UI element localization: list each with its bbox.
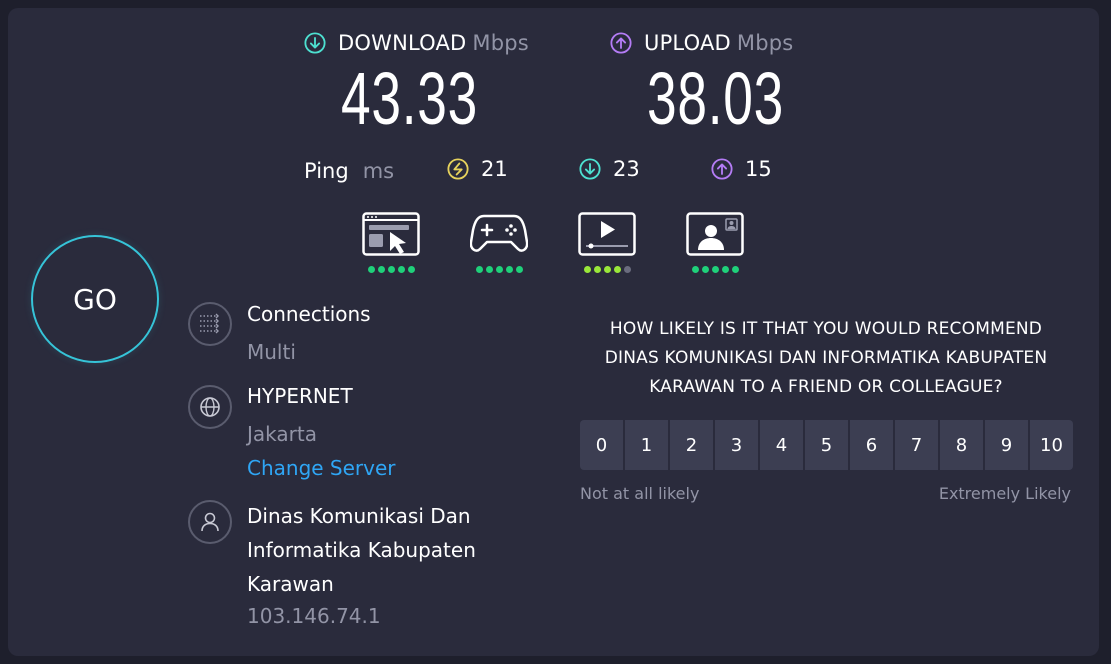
arrow-down-circle-icon: [304, 32, 326, 54]
upload-unit: Mbps: [736, 31, 794, 55]
survey-question-line2: DINAS KOMUNIKASI DAN INFORMATIKA KABUPAT…: [604, 348, 1048, 368]
quality-web-browsing: [362, 212, 420, 273]
score-button-4[interactable]: 4: [760, 420, 803, 470]
video-streaming-icon: [578, 212, 636, 256]
provider-name: Dinas Komunikasi Dan Informatika Kabupat…: [247, 499, 476, 601]
quality-video-streaming: [578, 212, 636, 273]
provider-name-line1: Dinas Komunikasi Dan: [247, 504, 471, 528]
connections-value: Multi: [247, 340, 296, 364]
gaming-icon: [469, 214, 529, 252]
score-button-1[interactable]: 1: [625, 420, 668, 470]
ping-idle: 21: [447, 157, 508, 181]
user-icon: [201, 512, 219, 532]
download-label: DOWNLOAD: [338, 31, 467, 55]
download-header: DOWNLOAD Mbps: [304, 31, 529, 55]
score-button-6[interactable]: 6: [850, 420, 893, 470]
ping-upload: 15: [711, 157, 772, 181]
arrow-up-circle-icon: [610, 32, 632, 54]
jitter-circle-icon: [447, 158, 469, 180]
ping-download: 23: [579, 157, 640, 181]
arrow-up-circle-icon: [711, 158, 733, 180]
score-button-2[interactable]: 2: [670, 420, 713, 470]
video-chat-rating: [686, 266, 744, 273]
survey-question-line1: HOW LIKELY IS IT THAT YOU WOULD RECOMMEN…: [609, 319, 1043, 339]
server-name: HYPERNET: [247, 384, 353, 408]
score-button-9[interactable]: 9: [985, 420, 1028, 470]
ping-upload-value: 15: [745, 157, 772, 181]
score-button-8[interactable]: 8: [940, 420, 983, 470]
ping-row: Ping ms: [304, 159, 394, 183]
score-button-10[interactable]: 10: [1030, 420, 1073, 470]
server-icon-wrap: [188, 385, 232, 429]
download-value: 43.33: [341, 57, 478, 140]
quality-video-chat: [686, 212, 744, 273]
connections-title: Connections: [247, 302, 371, 326]
survey-scale: 0 1 2 3 4 5 6 7 8 9 10: [580, 420, 1073, 470]
quality-gaming: [469, 212, 529, 273]
ping-label: Ping: [304, 159, 349, 183]
go-button[interactable]: GO: [31, 235, 159, 363]
survey-question-line3: KARAWAN TO A FRIEND OR COLLEAGUE?: [649, 377, 1003, 397]
web-browsing-icon: [362, 212, 420, 256]
ping-idle-value: 21: [481, 157, 508, 181]
video-chat-icon: [686, 212, 744, 256]
provider-ip: 103.146.74.1: [247, 604, 381, 628]
survey-question: HOW LIKELY IS IT THAT YOU WOULD RECOMMEN…: [575, 315, 1077, 402]
survey-high-label: Extremely Likely: [938, 484, 1071, 503]
score-button-5[interactable]: 5: [805, 420, 848, 470]
change-server-link[interactable]: Change Server: [247, 456, 396, 480]
download-unit: Mbps: [472, 31, 529, 55]
score-button-3[interactable]: 3: [715, 420, 758, 470]
connections-icon-wrap[interactable]: [188, 302, 232, 346]
score-button-0[interactable]: 0: [580, 420, 623, 470]
provider-name-line2: Informatika Kabupaten: [247, 538, 476, 562]
globe-icon: [200, 397, 220, 417]
ping-unit: ms: [362, 159, 395, 183]
provider-icon-wrap: [188, 500, 232, 544]
video-streaming-rating: [578, 266, 636, 273]
connections-icon: [200, 313, 219, 334]
upload-label: UPLOAD: [644, 31, 731, 55]
upload-value: 38.03: [647, 57, 784, 140]
provider-name-line3: Karawan: [247, 572, 334, 596]
score-button-7[interactable]: 7: [895, 420, 938, 470]
ping-download-value: 23: [613, 157, 640, 181]
upload-header: UPLOAD Mbps: [610, 31, 793, 55]
server-location: Jakarta: [247, 422, 317, 446]
arrow-down-circle-icon: [579, 158, 601, 180]
web-browsing-rating: [362, 266, 420, 273]
survey-low-label: Not at all likely: [580, 484, 700, 503]
gaming-rating: [470, 266, 528, 273]
